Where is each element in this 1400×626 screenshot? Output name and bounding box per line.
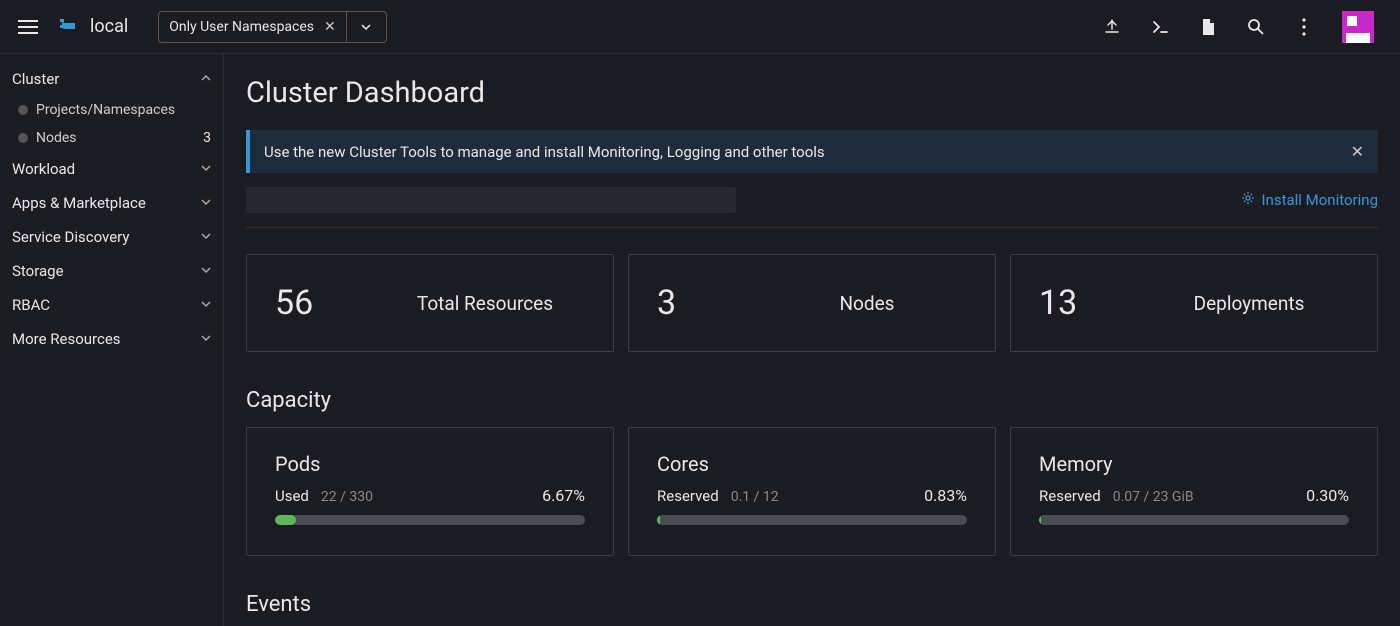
- sidebar-item-apps-marketplace[interactable]: Apps & Marketplace: [0, 186, 223, 220]
- stat-value: 56: [275, 283, 325, 323]
- chevron-down-icon: [360, 21, 372, 33]
- loading-skeleton: [246, 187, 736, 213]
- events-heading: Events: [246, 592, 1378, 617]
- progress-fill: [275, 515, 296, 525]
- stats-row: 56 Total Resources 3 Nodes 13 Deployment…: [246, 254, 1378, 352]
- logo[interactable]: local: [56, 13, 128, 41]
- capacity-percent: 0.83%: [924, 486, 967, 505]
- top-header: local Only User Namespaces ✕: [0, 0, 1400, 54]
- kebab-menu-icon[interactable]: [1294, 17, 1314, 37]
- sidebar-label: Workload: [12, 160, 75, 178]
- capacity-ratio: 0.1 / 12: [731, 489, 779, 505]
- sidebar-label: Nodes: [36, 130, 77, 146]
- sidebar-item-rbac[interactable]: RBAC: [0, 288, 223, 322]
- stat-label: Nodes: [767, 292, 967, 315]
- sidebar-label: More Resources: [12, 330, 121, 348]
- stat-card-deployments: 13 Deployments: [1010, 254, 1378, 352]
- stat-label: Deployments: [1149, 292, 1349, 315]
- capacity-title: Cores: [657, 452, 967, 476]
- sidebar-item-workload[interactable]: Workload: [0, 152, 223, 186]
- sidebar-item-service-discovery[interactable]: Service Discovery: [0, 220, 223, 254]
- namespace-chip: Only User Namespaces ✕: [158, 11, 347, 43]
- sidebar-label: Service Discovery: [12, 228, 129, 246]
- capacity-heading: Capacity: [246, 388, 1378, 413]
- sidebar-label: Cluster: [12, 70, 59, 88]
- namespace-filter-label: Only User Namespaces: [169, 19, 314, 35]
- import-icon[interactable]: [1102, 17, 1122, 37]
- stat-label: Total Resources: [385, 292, 585, 315]
- hamburger-menu-icon[interactable]: [18, 15, 42, 39]
- install-monitoring-label: Install Monitoring: [1261, 191, 1378, 209]
- header-actions: [1102, 11, 1374, 43]
- capacity-card-memory: Memory Reserved 0.07 / 23 GiB 0.30%: [1010, 427, 1378, 556]
- search-icon[interactable]: [1246, 17, 1266, 37]
- sidebar-item-nodes[interactable]: Nodes 3: [0, 124, 223, 152]
- progress-fill: [1039, 515, 1041, 525]
- stat-value: 3: [657, 283, 707, 323]
- chevron-down-icon: [201, 196, 211, 210]
- sidebar: Cluster Projects/Namespaces Nodes 3 Work…: [0, 54, 224, 626]
- cluster-name: local: [90, 16, 128, 37]
- capacity-card-cores: Cores Reserved 0.1 / 12 0.83%: [628, 427, 996, 556]
- chevron-down-icon: [201, 162, 211, 176]
- stat-value: 13: [1039, 283, 1089, 323]
- status-dot-icon: [18, 105, 28, 115]
- sidebar-label: RBAC: [12, 296, 50, 314]
- sidebar-item-cluster[interactable]: Cluster: [0, 62, 223, 96]
- progress-bar: [657, 515, 967, 525]
- progress-bar: [1039, 515, 1349, 525]
- sidebar-label: Apps & Marketplace: [12, 194, 146, 212]
- user-avatar[interactable]: [1342, 11, 1374, 43]
- sidebar-label: Storage: [12, 262, 64, 280]
- banner-message: Use the new Cluster Tools to manage and …: [264, 143, 825, 161]
- sidebar-item-more-resources[interactable]: More Resources: [0, 322, 223, 356]
- sidebar-label: Projects/Namespaces: [36, 102, 175, 118]
- shell-icon[interactable]: [1150, 17, 1170, 37]
- chevron-down-icon: [201, 332, 211, 346]
- stat-card-total-resources: 56 Total Resources: [246, 254, 614, 352]
- progress-bar: [275, 515, 585, 525]
- progress-fill: [657, 515, 660, 525]
- chevron-down-icon: [201, 298, 211, 312]
- capacity-row: Pods Used 22 / 330 6.67% Cores Reserved …: [246, 427, 1378, 556]
- status-dot-icon: [18, 133, 28, 143]
- rancher-logo-icon: [56, 13, 80, 41]
- banner-close-icon[interactable]: ✕: [1351, 142, 1364, 161]
- capacity-status-label: Used: [275, 487, 309, 505]
- chevron-up-icon: [201, 72, 211, 86]
- capacity-title: Pods: [275, 452, 585, 476]
- chevron-down-icon: [201, 264, 211, 278]
- main-content: Cluster Dashboard Use the new Cluster To…: [224, 54, 1400, 626]
- file-icon[interactable]: [1198, 17, 1218, 37]
- capacity-ratio: 22 / 330: [321, 489, 373, 505]
- sidebar-item-storage[interactable]: Storage: [0, 254, 223, 288]
- capacity-status-label: Reserved: [657, 487, 719, 505]
- gear-icon: [1241, 191, 1255, 209]
- capacity-status-label: Reserved: [1039, 487, 1101, 505]
- info-banner: Use the new Cluster Tools to manage and …: [246, 130, 1378, 173]
- capacity-percent: 0.30%: [1306, 486, 1349, 505]
- namespace-dropdown-button[interactable]: [347, 11, 387, 43]
- page-title: Cluster Dashboard: [246, 76, 1378, 110]
- capacity-title: Memory: [1039, 452, 1349, 476]
- chevron-down-icon: [201, 230, 211, 244]
- capacity-percent: 6.67%: [542, 486, 585, 505]
- namespace-chip-close-icon[interactable]: ✕: [324, 19, 336, 35]
- nodes-count-badge: 3: [203, 130, 211, 146]
- sidebar-item-projects-namespaces[interactable]: Projects/Namespaces: [0, 96, 223, 124]
- install-monitoring-link[interactable]: Install Monitoring: [1241, 191, 1378, 209]
- namespace-selector[interactable]: Only User Namespaces ✕: [158, 11, 387, 43]
- capacity-ratio: 0.07 / 23 GiB: [1113, 489, 1194, 505]
- capacity-card-pods: Pods Used 22 / 330 6.67%: [246, 427, 614, 556]
- stat-card-nodes: 3 Nodes: [628, 254, 996, 352]
